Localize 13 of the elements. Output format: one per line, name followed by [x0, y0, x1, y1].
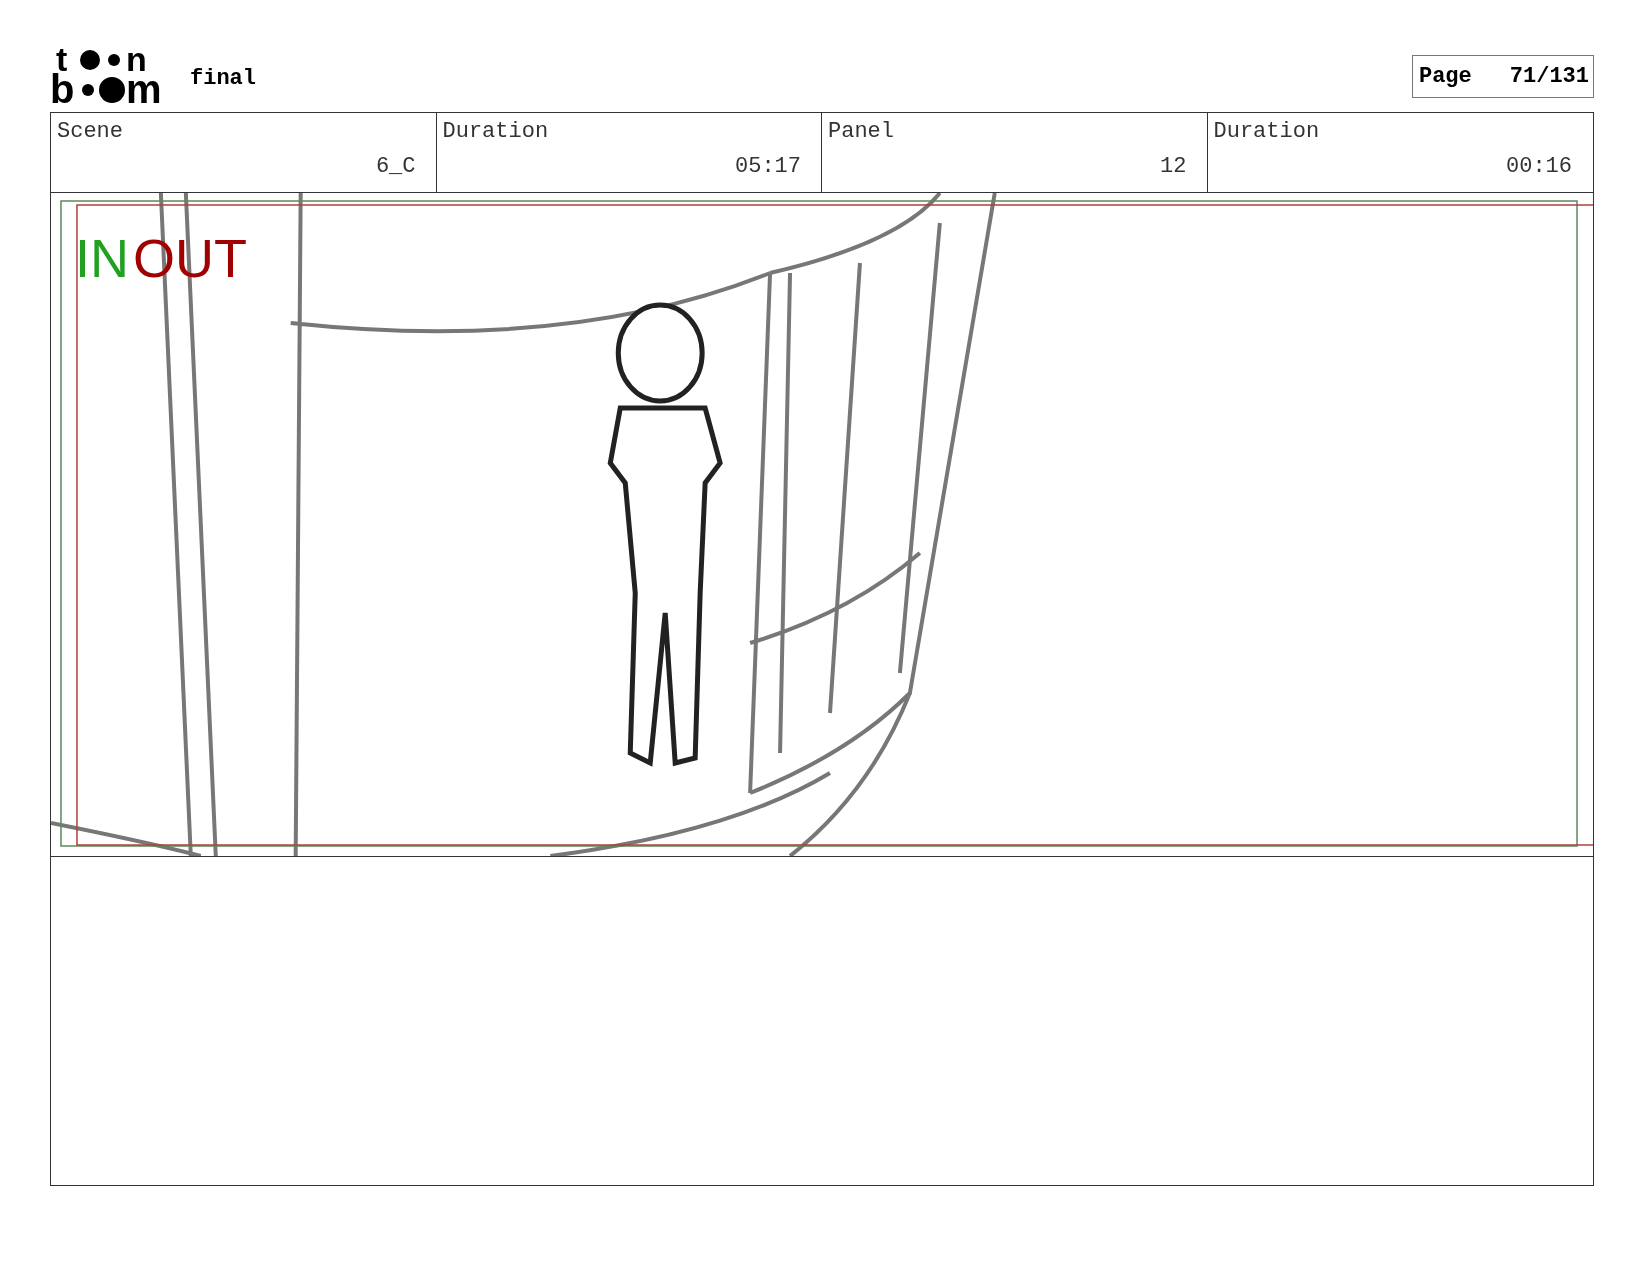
out-marker: OUT: [133, 227, 247, 289]
logo: t n b m: [50, 43, 168, 109]
project-title: final: [190, 65, 256, 91]
page-counter: Page 71/131: [1411, 54, 1594, 98]
field-label: Duration: [1213, 119, 1321, 144]
field-label: Duration: [442, 119, 550, 144]
field-value: 00:16: [1506, 154, 1572, 179]
field-value: 6_C: [375, 154, 416, 179]
field-value: 12: [1160, 154, 1187, 179]
field-label: Panel: [828, 119, 895, 144]
field-value: 05:17: [735, 154, 801, 179]
field-label: Scene: [57, 119, 124, 144]
in-marker: IN: [75, 227, 129, 289]
